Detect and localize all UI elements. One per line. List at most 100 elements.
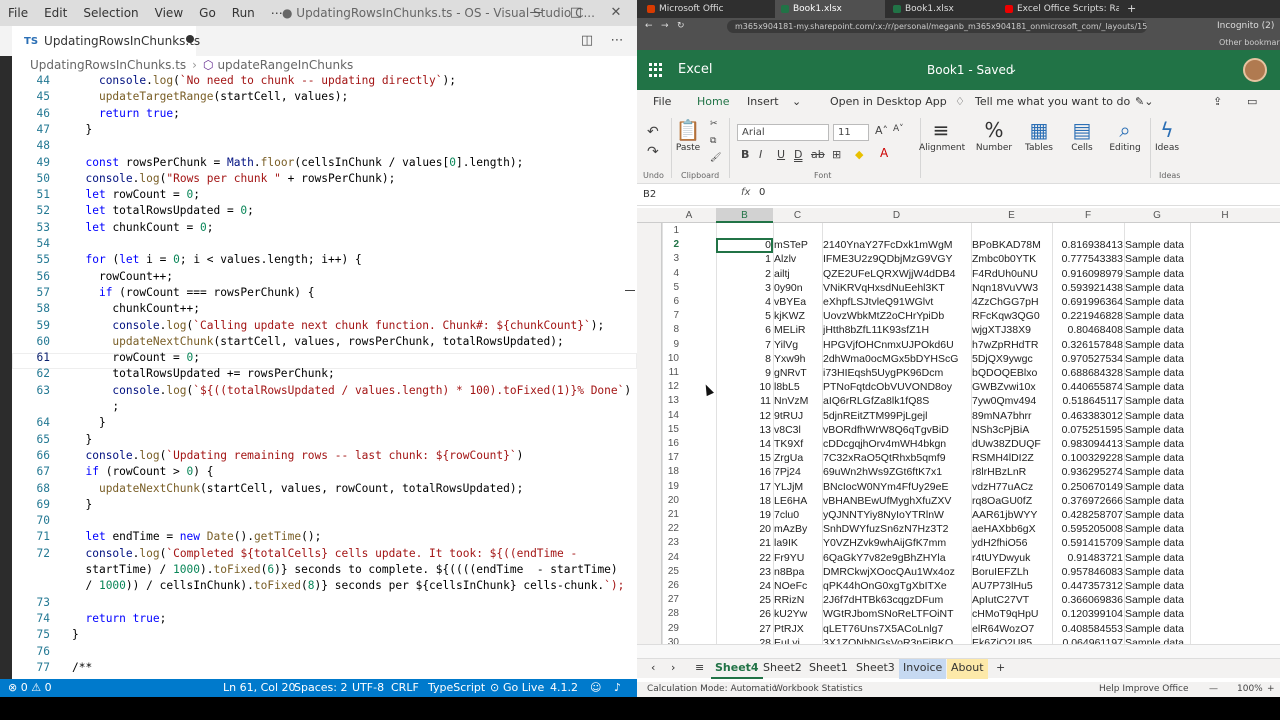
alignment-button[interactable]: Alignment — [919, 143, 965, 153]
cell-g[interactable]: Sample data — [1125, 494, 1205, 508]
cell-d[interactable]: 7C32xRaO5QtRhxb5qmf9 — [823, 451, 971, 465]
bell-icon[interactable]: ♪ — [614, 679, 621, 697]
cell-c[interactable]: NnVzM — [774, 394, 824, 408]
cell-f[interactable]: 0.064961197 — [1053, 636, 1123, 644]
workbook-statistics[interactable]: Workbook Statistics — [774, 682, 863, 697]
cell-e[interactable]: 89mNA7bhrr — [972, 409, 1052, 423]
menu-go[interactable]: Go — [191, 0, 224, 26]
cell-c[interactable]: 9tRUJ — [774, 409, 824, 423]
row-header[interactable]: 9 — [637, 338, 679, 352]
cell-f[interactable]: 0.91483721 — [1053, 551, 1123, 565]
cell-e[interactable]: rq8OaGU0fZ — [972, 494, 1052, 508]
avatar[interactable] — [1243, 58, 1267, 82]
split-editor-icon[interactable]: ◫ — [574, 26, 600, 56]
prev-sheet-icon[interactable]: ‹ — [647, 659, 659, 679]
cell-f[interactable]: 0.428258707 — [1053, 508, 1123, 522]
row-header[interactable]: 24 — [637, 551, 679, 565]
cell-b[interactable]: 19 — [717, 508, 771, 522]
cell-g[interactable]: Sample data — [1125, 380, 1205, 394]
cell-b[interactable]: 8 — [717, 352, 771, 366]
cells-icon[interactable]: ▤ — [1062, 118, 1102, 142]
cell-e[interactable]: bQDOQEBlxo — [972, 366, 1052, 380]
cell-e[interactable]: elR64WozO7 — [972, 622, 1052, 636]
cell-c[interactable]: v8C3l — [774, 423, 824, 437]
row-header[interactable]: 16 — [637, 437, 679, 451]
cell-b[interactable]: 27 — [717, 622, 771, 636]
cell-g[interactable]: Sample data — [1125, 437, 1205, 451]
breadcrumb-function[interactable]: updateRangeInChunks — [217, 58, 353, 72]
row-header[interactable]: 18 — [637, 465, 679, 479]
cell-f[interactable]: 0.120399104 — [1053, 607, 1123, 621]
line-ending[interactable]: CRLF — [391, 679, 419, 697]
row-header[interactable]: 7 — [637, 309, 679, 323]
cell-b[interactable]: 6 — [717, 323, 771, 337]
sheet-tab-sheet3[interactable]: Sheet3 — [852, 659, 899, 679]
maximize-icon[interactable]: □ — [556, 0, 596, 26]
cell-b[interactable]: 5 — [717, 309, 771, 323]
double-underline-icon[interactable]: D — [794, 148, 802, 161]
cell-e[interactable]: RSMH4lDI2Z — [972, 451, 1052, 465]
cell-d[interactable]: i73HIEqsh5UygPK96Dcm — [823, 366, 971, 380]
cell-g[interactable]: Sample data — [1125, 423, 1205, 437]
cell-b[interactable]: 22 — [717, 551, 771, 565]
horizontal-scrollbar[interactable] — [637, 644, 1280, 658]
number-icon[interactable]: % — [974, 118, 1014, 142]
cell-e[interactable]: cHMoT9qHpU — [972, 607, 1052, 621]
reload-icon[interactable]: ↻ — [677, 18, 685, 35]
cell-g[interactable]: Sample data — [1125, 508, 1205, 522]
borders-icon[interactable]: ⊞ — [832, 148, 841, 161]
row-header[interactable]: 27 — [637, 593, 679, 607]
profile-button[interactable]: Incognito (2) — [1217, 18, 1274, 35]
cell-d[interactable]: IFME3U2z9QDbjMzG9VGY — [823, 252, 971, 266]
cell-c[interactable]: EuLyi — [774, 636, 824, 644]
cell-g[interactable]: Sample data — [1125, 366, 1205, 380]
cell-c[interactable]: LE6HA — [774, 494, 824, 508]
cell-d[interactable]: QZE2UFeLQRXWjjW4dDB4 — [823, 267, 971, 281]
cell-e[interactable]: wjgXTJ38X9 — [972, 323, 1052, 337]
cell-c[interactable]: mSTeP — [774, 238, 824, 252]
cell-e[interactable]: 5DjQX9ywgc — [972, 352, 1052, 366]
cell-c[interactable]: TK9Xf — [774, 437, 824, 451]
cell-e[interactable]: BPoBKAD78M — [972, 238, 1052, 252]
row-header[interactable]: 17 — [637, 451, 679, 465]
cell-d[interactable]: SnhDWYfuzSn6zN7Hz3T2 — [823, 522, 971, 536]
cell-d[interactable]: Y0VZHZvk9whAijGfK7mm — [823, 536, 971, 550]
cell-g[interactable]: Sample data — [1125, 451, 1205, 465]
cell-c[interactable]: l8bL5 — [774, 380, 824, 394]
cell-e[interactable]: NSh3cPjBiA — [972, 423, 1052, 437]
row-header[interactable]: 5 — [637, 281, 679, 295]
cell-b[interactable]: 25 — [717, 593, 771, 607]
cell-c[interactable]: gNRvT — [774, 366, 824, 380]
cell-c[interactable]: kjKWZ — [774, 309, 824, 323]
menu-run[interactable]: Run — [224, 0, 263, 26]
cell-d[interactable]: VNiKRVqHxsdNuEehl3KT — [823, 281, 971, 295]
cell-e[interactable]: r8lrHBzLnR — [972, 465, 1052, 479]
cell-b[interactable]: 4 — [717, 295, 771, 309]
row-header[interactable]: 22 — [637, 522, 679, 536]
cell-f[interactable]: 0.916098979 — [1053, 267, 1123, 281]
cell-g[interactable]: Sample data — [1125, 338, 1205, 352]
row-header[interactable]: 28 — [637, 607, 679, 621]
forward-icon[interactable]: → — [661, 18, 669, 35]
cell-f[interactable]: 0.591415709 — [1053, 536, 1123, 550]
open-desktop-button[interactable]: Open in Desktop App — [830, 90, 947, 114]
cell-c[interactable]: la9IK — [774, 536, 824, 550]
menu-edit[interactable]: Edit — [36, 0, 75, 26]
cell-f[interactable]: 0.440655874 — [1053, 380, 1123, 394]
menu-view[interactable]: View — [147, 0, 191, 26]
column-header-b[interactable]: B — [716, 208, 773, 223]
cell-c[interactable]: 7clu0 — [774, 508, 824, 522]
browser-tab-youtube[interactable]: Excel Office Scripts: Range read — [999, 0, 1119, 18]
cell-d[interactable]: aIQ6rRLGfZa8lk1fQ8S — [823, 394, 971, 408]
tab-insert[interactable]: Insert — [747, 90, 779, 114]
cell-e[interactable]: ApIutC27VT — [972, 593, 1052, 607]
spreadsheet-grid[interactable]: ABCDEFGH 1 2 0 mSTeP 2140YnaY27FcDxk1mWgM BPo… — [637, 208, 1280, 644]
strikethrough-icon[interactable]: ab — [811, 148, 825, 161]
browser-tab-book1-active[interactable]: Book1.xlsx — [775, 0, 885, 18]
row-header[interactable]: 8 — [637, 323, 679, 337]
cell-g[interactable]: Sample data — [1125, 522, 1205, 536]
feedback-icon[interactable]: ☺ — [590, 679, 601, 697]
cell-g[interactable]: Sample data — [1125, 565, 1205, 579]
cell-e[interactable]: RFcKqw3QG0 — [972, 309, 1052, 323]
row-header[interactable]: 14 — [637, 409, 679, 423]
